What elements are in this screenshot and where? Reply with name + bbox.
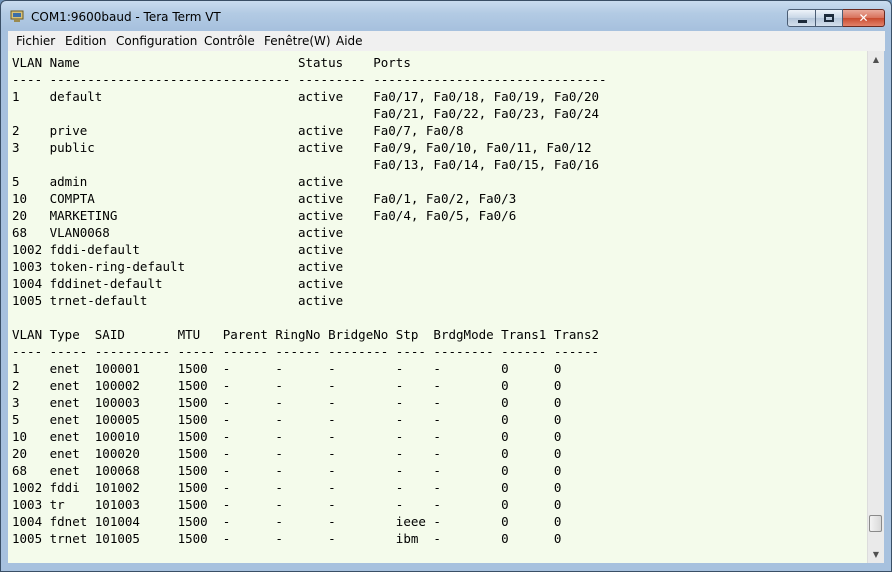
terminal-line: 1 default active Fa0/17, Fa0/18, Fa0/19,… (12, 89, 599, 104)
menu-aide[interactable]: Aide (336, 34, 363, 48)
terminal-line: 1004 fdnet 101004 1500 - - - ieee - 0 0 (12, 514, 562, 529)
terminal-screen[interactable]: VLAN Name Status Ports ---- ------------… (8, 51, 867, 563)
menu-fichier[interactable]: Fichier (16, 34, 55, 48)
menu-bar: Fichier Edition Configuration Contrôle F… (8, 31, 885, 51)
minimize-icon (788, 10, 815, 26)
terminal-line: 1003 token-ring-default active (12, 259, 344, 274)
app-window: COM1:9600baud - Tera Term VT ✕ Fichier E… (0, 0, 892, 572)
terminal-line: Fa0/21, Fa0/22, Fa0/23, Fa0/24 (12, 106, 599, 121)
terminal-line: 10 enet 100010 1500 - - - - - 0 0 (12, 429, 562, 444)
terminal-line: 1002 fddi 101002 1500 - - - - - 0 0 (12, 480, 562, 495)
terminal-line: VLAN Name Status Ports (12, 55, 411, 70)
maximize-icon (816, 10, 842, 26)
close-button[interactable]: ✕ (843, 9, 885, 27)
terminal-line: 20 MARKETING active Fa0/4, Fa0/5, Fa0/6 (12, 208, 517, 223)
terminal-line: 1004 fddinet-default active (12, 276, 344, 291)
terminal-line: ---- ----- ---------- ----- ------ -----… (12, 344, 599, 359)
terminal-line: 5 enet 100005 1500 - - - - - 0 0 (12, 412, 562, 427)
scroll-down-icon[interactable]: ▼ (868, 546, 884, 563)
terminal-line: 10 COMPTA active Fa0/1, Fa0/2, Fa0/3 (12, 191, 517, 206)
terminal-line: Fa0/13, Fa0/14, Fa0/15, Fa0/16 (12, 157, 599, 172)
menu-configuration[interactable]: Configuration (116, 34, 197, 48)
tera-term-icon (10, 10, 24, 22)
title-bar[interactable]: COM1:9600baud - Tera Term VT ✕ (1, 1, 891, 31)
terminal-line: 1005 trnet-default active (12, 293, 344, 308)
vertical-scrollbar[interactable]: ▲ ▼ (867, 51, 884, 563)
terminal-line: VLAN Type SAID MTU Parent RingNo BridgeN… (12, 327, 599, 342)
terminal-line: 2 enet 100002 1500 - - - - - 0 0 (12, 378, 562, 393)
menu-fenetre[interactable]: Fenêtre(W) (264, 34, 331, 48)
close-icon: ✕ (858, 11, 869, 25)
terminal-line: 5 admin active (12, 174, 344, 189)
terminal-line: 1002 fddi-default active (12, 242, 344, 257)
maximize-button[interactable] (816, 9, 843, 27)
minimize-button[interactable] (787, 9, 816, 27)
terminal-line: 1 enet 100001 1500 - - - - - 0 0 (12, 361, 562, 376)
terminal-line: 1003 tr 101003 1500 - - - - - 0 0 (12, 497, 562, 512)
terminal-line: 3 enet 100003 1500 - - - - - 0 0 (12, 395, 562, 410)
terminal-line: 3 public active Fa0/9, Fa0/10, Fa0/11, F… (12, 140, 592, 155)
scrollbar-thumb[interactable] (869, 515, 882, 532)
terminal-line: 20 enet 100020 1500 - - - - - 0 0 (12, 446, 562, 461)
terminal-line: 1005 trnet 101005 1500 - - - ibm - 0 0 (12, 531, 562, 546)
terminal-line: ---- -------------------------------- --… (12, 72, 607, 87)
scroll-up-icon[interactable]: ▲ (868, 51, 884, 68)
window-title: COM1:9600baud - Tera Term VT (31, 10, 221, 24)
menu-edition[interactable]: Edition (65, 34, 107, 48)
terminal-line: 68 VLAN0068 active (12, 225, 344, 240)
menu-controle[interactable]: Contrôle (204, 34, 255, 48)
terminal-line: 68 enet 100068 1500 - - - - - 0 0 (12, 463, 562, 478)
terminal-line: 2 prive active Fa0/7, Fa0/8 (12, 123, 464, 138)
